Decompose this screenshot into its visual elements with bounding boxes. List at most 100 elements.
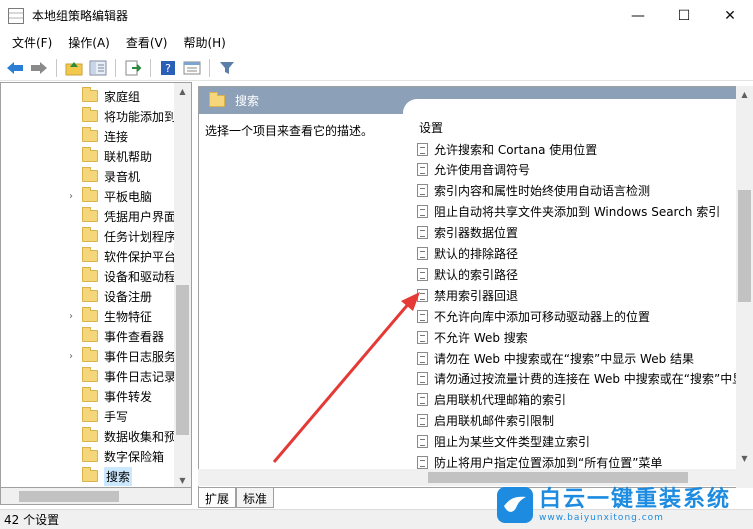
folder-icon xyxy=(82,107,98,122)
policy-setting-row[interactable]: 允许使用音调符号 xyxy=(417,160,530,180)
scroll-down-arrow-icon[interactable]: ▼ xyxy=(736,450,753,467)
policy-setting-row[interactable]: 禁用索引器回退 xyxy=(417,285,518,305)
folder-icon xyxy=(82,147,98,162)
description-text: 选择一个项目来查看它的描述。 xyxy=(205,124,374,138)
tree-item[interactable]: 手写 xyxy=(1,406,128,426)
folder-icon xyxy=(82,207,98,222)
policy-setting-icon xyxy=(417,184,428,198)
svg-text:?: ? xyxy=(165,62,171,75)
policy-setting-label: 阻止自动将共享文件夹添加到 Windows Search 索引 xyxy=(434,205,721,220)
policy-setting-row[interactable]: 允许搜索和 Cortana 使用位置 xyxy=(417,139,597,159)
scroll-down-arrow-icon[interactable]: ▼ xyxy=(174,472,191,487)
policy-setting-icon xyxy=(417,226,428,240)
tree-item[interactable]: 连接 xyxy=(1,126,128,146)
tree-item-label: 数据收集和预 xyxy=(104,429,177,444)
scroll-thumb[interactable] xyxy=(738,190,751,302)
filter-icon[interactable] xyxy=(216,57,238,79)
policy-setting-icon xyxy=(417,435,428,449)
policy-setting-label: 不允许 Web 搜索 xyxy=(434,330,528,345)
help-icon[interactable]: ? xyxy=(157,57,179,79)
column-header-setting[interactable]: 设置 xyxy=(419,119,443,136)
policy-setting-row[interactable]: 阻止自动将共享文件夹添加到 Windows Search 索引 xyxy=(417,202,720,222)
watermark-url: www.baiyunxitong.com xyxy=(539,513,664,523)
tree-item-label: 录音机 xyxy=(104,169,141,184)
tree-item-label: 事件日志服务 xyxy=(104,349,177,364)
title-bar: 本地组策略编辑器 — ☐ ✕ xyxy=(0,0,753,31)
maximize-button[interactable]: ☐ xyxy=(661,0,707,31)
tree-item[interactable]: 联机帮助 xyxy=(1,146,152,166)
tree-item-label: 凭据用户界面 xyxy=(104,209,177,224)
tab-extended[interactable]: 扩展 xyxy=(198,488,237,508)
settings-vertical-scrollbar[interactable]: ▲ ▼ xyxy=(736,86,753,488)
scroll-thumb[interactable] xyxy=(176,285,189,435)
policy-setting-row[interactable]: 不允许 Web 搜索 xyxy=(417,327,528,347)
tree-item-label: 搜索 xyxy=(104,466,133,486)
folder-icon xyxy=(82,467,98,482)
menu-view[interactable]: 查看(V) xyxy=(118,34,176,51)
policy-setting-row[interactable]: 启用联机代理邮箱的索引 xyxy=(417,390,566,410)
menu-help[interactable]: 帮助(H) xyxy=(175,34,233,51)
minimize-button[interactable]: — xyxy=(615,0,661,31)
policy-setting-row[interactable]: 不允许向库中添加可移动驱动器上的位置 xyxy=(417,306,650,326)
scroll-up-arrow-icon[interactable]: ▲ xyxy=(736,86,753,103)
details-pane: 搜索 选择一个项目来查看它的描述。 设置 允许搜索和 Cortana 使用位置允… xyxy=(198,86,753,488)
tree-item[interactable]: 录音机 xyxy=(1,166,140,186)
tree-item-label: 设备注册 xyxy=(104,289,153,304)
policy-setting-row[interactable]: 启用联机邮件索引限制 xyxy=(417,411,554,431)
tree-item[interactable]: 凭据用户界面 xyxy=(1,206,176,226)
tree-view-icon[interactable] xyxy=(87,57,109,79)
chevron-right-icon[interactable]: › xyxy=(65,191,77,202)
tree-item[interactable]: 数据收集和预 xyxy=(1,426,176,446)
scroll-thumb[interactable] xyxy=(428,472,688,483)
policy-setting-label: 请勿在 Web 中搜索或在“搜索”中显示 Web 结果 xyxy=(434,351,695,366)
chevron-right-icon[interactable]: › xyxy=(65,351,77,362)
tree-item[interactable]: 事件日志记录 xyxy=(1,366,176,386)
tree-item[interactable]: 事件查看器 xyxy=(1,326,164,346)
properties-icon[interactable] xyxy=(181,57,203,79)
folder-icon xyxy=(82,367,98,382)
tree-item[interactable]: 事件转发 xyxy=(1,386,152,406)
tree-item[interactable]: 设备和驱动程 xyxy=(1,266,176,286)
tree-item-label: 生物特征 xyxy=(104,309,153,324)
policy-setting-label: 阻止为某些文件类型建立索引 xyxy=(434,435,591,450)
policy-setting-label: 索引器数据位置 xyxy=(434,226,519,241)
tree-pane[interactable]: 家庭组 将功能添加到 连接 联机帮助录音机 › 平板电脑凭据用户界面任务计划程序软件保护平… xyxy=(0,82,192,488)
close-button[interactable]: ✕ xyxy=(707,0,753,31)
tree-item[interactable]: › 事件日志服务 xyxy=(1,346,176,366)
forward-icon[interactable] xyxy=(28,57,50,79)
tree-item[interactable]: 软件保护平台 xyxy=(1,246,176,266)
tree-horizontal-scrollbar[interactable] xyxy=(0,488,192,505)
policy-setting-row[interactable]: 阻止为某些文件类型建立索引 xyxy=(417,432,590,452)
policy-setting-row[interactable]: 请勿通过按流量计费的连接在 Web 中搜索或在“搜索”中显 xyxy=(417,369,744,389)
folder-up-icon[interactable] xyxy=(63,57,85,79)
tree-item-label: 软件保护平台 xyxy=(104,249,177,264)
policy-setting-row[interactable]: 默认的索引路径 xyxy=(417,264,518,284)
tree-item[interactable]: 设备注册 xyxy=(1,286,152,306)
toolbar: ? xyxy=(0,55,753,81)
tree-item[interactable]: 将功能添加到 xyxy=(1,106,176,126)
tree-item[interactable]: 任务计划程序 xyxy=(1,226,176,246)
tree-item-label: 数字保险箱 xyxy=(104,449,165,464)
policy-setting-row[interactable]: 请勿在 Web 中搜索或在“搜索”中显示 Web 结果 xyxy=(417,348,694,368)
chevron-right-icon[interactable]: › xyxy=(65,311,77,322)
tree-item[interactable]: 家庭组 xyxy=(1,86,140,106)
scroll-up-arrow-icon[interactable]: ▲ xyxy=(174,83,191,100)
tree-vertical-scrollbar[interactable]: ▲ ▼ xyxy=(174,83,191,487)
tree-item[interactable]: 数字保险箱 xyxy=(1,446,164,466)
policy-setting-row[interactable]: 索引内容和属性时始终使用自动语言检测 xyxy=(417,181,650,201)
policy-setting-label: 默认的索引路径 xyxy=(434,267,519,282)
back-icon[interactable] xyxy=(4,57,26,79)
tab-standard[interactable]: 标准 xyxy=(236,488,275,508)
scroll-thumb[interactable] xyxy=(19,491,119,502)
tree-item[interactable]: › 平板电脑 xyxy=(1,186,152,206)
tree-item[interactable]: 搜索 xyxy=(1,466,133,486)
menu-action[interactable]: 操作(A) xyxy=(60,34,118,51)
export-icon[interactable] xyxy=(122,57,144,79)
policy-setting-row[interactable]: 索引器数据位置 xyxy=(417,223,518,243)
tree-item-label: 事件转发 xyxy=(104,389,153,404)
tree-item[interactable]: › 生物特征 xyxy=(1,306,152,326)
folder-icon xyxy=(82,287,98,302)
policy-setting-row[interactable]: 默认的排除路径 xyxy=(417,244,518,264)
menu-file[interactable]: 文件(F) xyxy=(4,34,60,51)
folder-icon xyxy=(82,247,98,262)
